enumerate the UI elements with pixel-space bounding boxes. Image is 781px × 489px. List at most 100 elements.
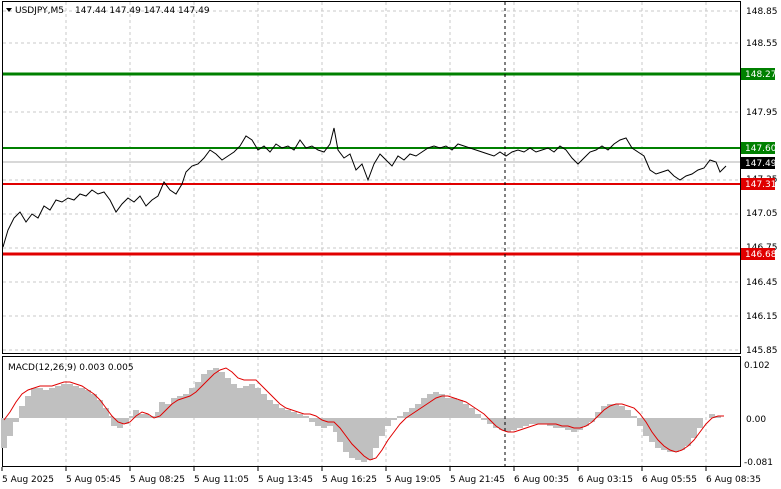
macd-bar <box>111 418 117 426</box>
time-tick: 6 Aug 03:15 <box>578 475 633 485</box>
macd-bar <box>511 418 517 430</box>
time-tick: 6 Aug 05:55 <box>642 475 697 485</box>
macd-bar <box>619 406 625 418</box>
macd-bar <box>643 418 649 436</box>
macd-bar <box>535 418 541 424</box>
time-tick: 5 Aug 2025 <box>2 475 54 485</box>
macd-bar <box>243 386 249 418</box>
macd-bar <box>691 418 697 438</box>
macd-bar <box>285 410 291 418</box>
macd-bar <box>237 388 243 418</box>
macd-bar <box>673 418 679 452</box>
macd-bar <box>19 406 25 418</box>
svg-text:148.27: 148.27 <box>745 70 777 80</box>
macd-bar <box>475 414 481 418</box>
macd-bar <box>213 368 219 418</box>
macd-bar <box>343 418 349 452</box>
level-tag-147-31: 147.31 <box>741 178 777 190</box>
time-tick: 5 Aug 19:05 <box>386 475 441 485</box>
macd-bar <box>487 418 493 424</box>
macd-bar <box>91 394 97 418</box>
macd-bar <box>553 418 559 428</box>
macd-label: MACD(12,26,9) 0.003 0.005 <box>8 363 134 373</box>
macd-bar <box>391 418 397 420</box>
macd-bar <box>565 418 571 430</box>
price-tick: 148.85 <box>746 7 778 17</box>
macd-bar <box>529 418 535 424</box>
level-tag-147-60: 147.60 <box>741 142 777 154</box>
macd-bar <box>201 374 207 418</box>
macd-bar <box>309 418 315 422</box>
macd-bar <box>517 418 523 428</box>
macd-bar <box>439 394 445 418</box>
macd-bar <box>457 400 463 418</box>
chart-canvas[interactable]: USDJPY,M5 147.44 147.49 147.44 147.49 MA… <box>0 0 781 489</box>
macd-bar <box>291 412 297 418</box>
macd-bar <box>433 392 439 418</box>
macd-bar <box>625 410 631 418</box>
macd-bar <box>249 384 255 418</box>
macd-bar <box>207 370 213 418</box>
time-tick: 5 Aug 16:25 <box>322 475 377 485</box>
macd-bar <box>427 394 433 418</box>
time-tick: 6 Aug 08:35 <box>706 475 761 485</box>
macd-bar <box>7 418 13 436</box>
macd-bar <box>261 394 267 418</box>
macd-bar <box>649 418 655 442</box>
macd-bar <box>13 418 19 422</box>
macd-bar <box>219 372 225 418</box>
main-chart-frame <box>2 1 741 354</box>
macd-bar <box>379 418 385 436</box>
price-tick: 146.15 <box>746 312 778 322</box>
macd-bar <box>273 404 279 418</box>
svg-text:147.31: 147.31 <box>745 180 777 190</box>
macd-bar <box>595 412 601 418</box>
macd-bar <box>25 396 31 418</box>
macd-bar <box>685 418 691 446</box>
macd-tick: -0.081 <box>744 458 773 468</box>
price-tick: 146.45 <box>746 278 778 288</box>
symbol-label: USDJPY,M5 <box>15 6 64 16</box>
macd-bar <box>297 414 303 418</box>
macd-tick: 0.102 <box>744 361 770 371</box>
macd-bar <box>637 418 643 426</box>
macd-bar <box>55 386 61 418</box>
time-tick: 5 Aug 21:45 <box>450 475 505 485</box>
macd-bar <box>279 408 285 418</box>
macd-bar <box>469 408 475 418</box>
macd-bar <box>31 388 37 418</box>
macd-bar <box>463 404 469 418</box>
macd-bar <box>85 390 91 418</box>
macd-bar <box>73 386 79 418</box>
level-tag-146-68: 146.68 <box>741 248 777 260</box>
price-tick: 147.05 <box>746 209 778 219</box>
macd-bar <box>697 418 703 428</box>
macd-bar <box>661 418 667 450</box>
level-tag-148-27: 148.27 <box>741 68 777 80</box>
macd-bar <box>67 384 73 418</box>
svg-text:146.68: 146.68 <box>745 250 777 260</box>
time-tick: 5 Aug 05:45 <box>66 475 121 485</box>
macd-bar <box>631 416 637 418</box>
macd-bar <box>445 398 451 418</box>
macd-bar <box>613 404 619 418</box>
macd-bar <box>79 388 85 418</box>
price-tick: 147.95 <box>746 108 778 118</box>
price-tick: 148.55 <box>746 39 778 49</box>
macd-bar <box>303 416 309 418</box>
macd-bar <box>385 418 391 426</box>
current-price-tag: 147.49 <box>741 157 777 169</box>
svg-text:147.49: 147.49 <box>745 159 777 169</box>
macd-bar <box>397 416 403 418</box>
macd-bar <box>667 418 673 452</box>
macd-bar <box>505 418 511 432</box>
ohlc-label: 147.44 147.49 147.44 147.49 <box>75 6 210 16</box>
macd-bar <box>481 418 487 420</box>
macd-bar <box>355 418 361 460</box>
macd-bar <box>267 400 273 418</box>
macd-bar <box>655 418 661 448</box>
macd-bar <box>373 418 379 448</box>
price-tick: 145.85 <box>746 346 778 356</box>
macd-bar <box>43 390 49 418</box>
macd-bar <box>49 388 55 418</box>
